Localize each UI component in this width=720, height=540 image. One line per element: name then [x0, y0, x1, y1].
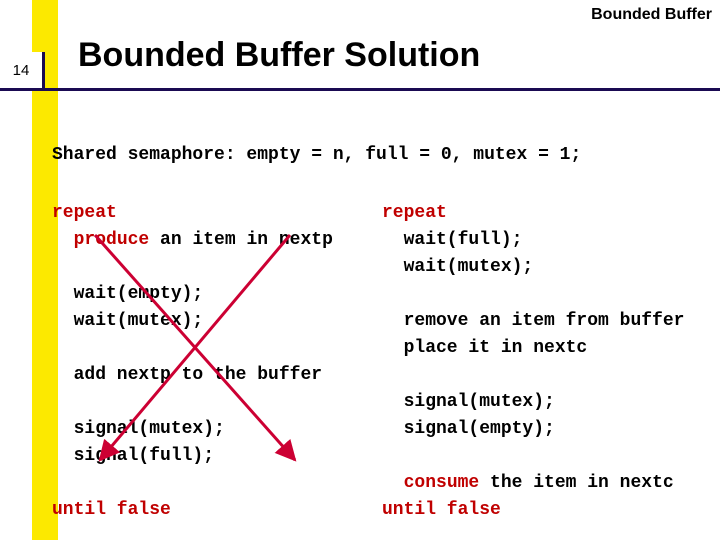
shared-declaration: Shared semaphore: empty = n, full = 0, m… — [52, 145, 581, 165]
consumer-consume-rest: the item in nextc — [479, 473, 673, 493]
producer-signal-full: signal(full); — [52, 446, 214, 466]
code-columns: repeat produce an item in nextp wait(emp… — [52, 200, 692, 524]
consumer-place: place it in nextc — [382, 338, 587, 358]
producer-signal-mutex: signal(mutex); — [52, 419, 225, 439]
keyword-until-right: until false — [382, 500, 501, 520]
consumer-code: repeat wait(full); wait(mutex); remove a… — [382, 200, 692, 524]
producer-code: repeat produce an item in nextp wait(emp… — [52, 200, 382, 524]
page-number: 14 — [13, 62, 30, 79]
topic-label: Bounded Buffer — [591, 6, 712, 24]
consumer-signal-mutex: signal(mutex); — [382, 392, 555, 412]
consumer-wait-mutex: wait(mutex); — [382, 257, 533, 277]
producer-wait-mutex: wait(mutex); — [52, 311, 203, 331]
page-number-box: 14 — [0, 52, 45, 88]
keyword-repeat: repeat — [52, 203, 117, 223]
slide-title: Bounded Buffer Solution — [78, 36, 480, 75]
title-underline — [0, 88, 720, 91]
producer-wait-empty: wait(empty); — [52, 284, 203, 304]
consumer-remove: remove an item from buffer — [382, 311, 684, 331]
keyword-produce: produce — [74, 230, 150, 250]
consumer-wait-full: wait(full); — [382, 230, 522, 250]
keyword-until-left: until false — [52, 500, 171, 520]
keyword-repeat-right: repeat — [382, 203, 447, 223]
producer-produce-rest: an item in nextp — [149, 230, 333, 250]
keyword-consume: consume — [404, 473, 480, 493]
consumer-signal-empty: signal(empty); — [382, 419, 555, 439]
producer-add: add nextp to the buffer — [52, 365, 322, 385]
